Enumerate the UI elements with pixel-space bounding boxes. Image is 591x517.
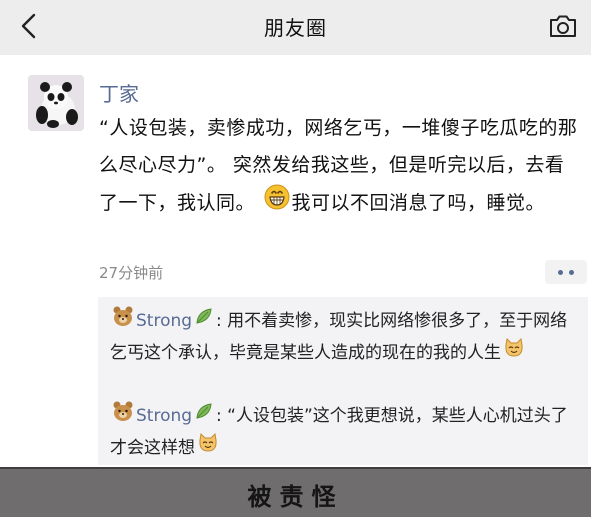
more-actions-button[interactable] bbox=[545, 260, 587, 284]
caption-band: 被责怪 bbox=[0, 467, 591, 517]
dot-icon bbox=[569, 270, 574, 275]
leaf-icon bbox=[194, 401, 214, 431]
comment-item[interactable]: Strong : 用不着卖惨，现实比网络惨很多了，至于网络乞丐这个承认，毕竟是某… bbox=[110, 305, 580, 369]
avatar[interactable] bbox=[28, 75, 84, 131]
camera-icon[interactable] bbox=[547, 10, 579, 42]
comment-author-name[interactable]: Strong bbox=[136, 406, 192, 426]
post-author-name[interactable]: 丁家 bbox=[99, 78, 139, 107]
comments-box: Strong : 用不着卖惨，现实比网络惨很多了，至于网络乞丐这个承认，毕竟是某… bbox=[98, 297, 588, 465]
top-navbar: 朋友圈 bbox=[0, 0, 591, 55]
bear-icon bbox=[112, 400, 134, 432]
comment-author-name[interactable]: Strong bbox=[136, 311, 192, 331]
page-title: 朋友圈 bbox=[264, 16, 327, 40]
grinning-face-emoji bbox=[264, 184, 290, 223]
cat-face-emoji bbox=[197, 432, 219, 464]
cat-face-emoji bbox=[503, 337, 525, 369]
comment-item[interactable]: Strong : “人设包装”这个我更想说，某些人心机过头了才会这样想 bbox=[110, 400, 580, 464]
post-timestamp: 27分钟前 bbox=[99, 264, 164, 282]
caption-text: 被责怪 bbox=[247, 482, 344, 511]
bear-icon bbox=[112, 305, 134, 337]
post-text: “人设包装，卖惨成功，网络乞丐，一堆傻子吃瓜吃的那么尽心尽力”。 突然发给我这些… bbox=[99, 110, 579, 223]
leaf-icon bbox=[194, 306, 214, 336]
post-text-part-2: 我可以不回消息了吗，睡觉。 bbox=[291, 192, 546, 214]
dot-icon bbox=[558, 270, 563, 275]
